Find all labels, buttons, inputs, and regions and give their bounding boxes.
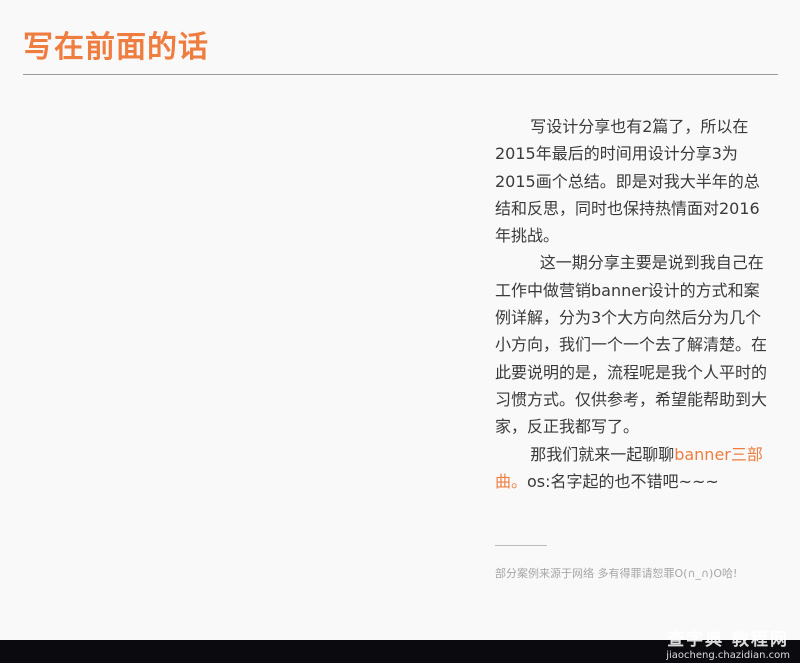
article-page: 写在前面的话 写设计分享也有2篇了，所以在2015年最后的时间用设计分享3为20…	[0, 0, 800, 640]
paragraph-intro: 写设计分享也有2篇了，所以在2015年最后的时间用设计分享3为2015画个总结。…	[495, 117, 760, 246]
closing-text-start: 那我们就来一起聊聊	[530, 444, 675, 464]
heading-divider	[23, 74, 778, 75]
closing-text-end: os:名字起的也不错吧~~~	[527, 471, 719, 491]
watermark-name: 查字典 教程网	[667, 630, 790, 650]
note-divider	[495, 545, 547, 546]
paragraph-closing: 那我们就来一起聊聊banner三部曲。os:名字起的也不错吧~~~	[495, 441, 775, 496]
site-watermark: 查字典 教程网 jiaocheng.chazidian.com	[666, 632, 790, 661]
article-body: 写设计分享也有2篇了，所以在2015年最后的时间用设计分享3为2015画个总结。…	[495, 113, 775, 495]
section-heading: 写在前面的话	[23, 30, 209, 65]
source-note: 部分案例来源于网络 多有得罪请恕罪O(∩_∩)O哈!	[495, 567, 738, 580]
paragraph-overview: 这一期分享主要是说到我自己在工作中做营销banner设计的方式和案例详解，分为3…	[495, 253, 768, 437]
watermark-url: jiaocheng.chazidian.com	[666, 650, 790, 661]
